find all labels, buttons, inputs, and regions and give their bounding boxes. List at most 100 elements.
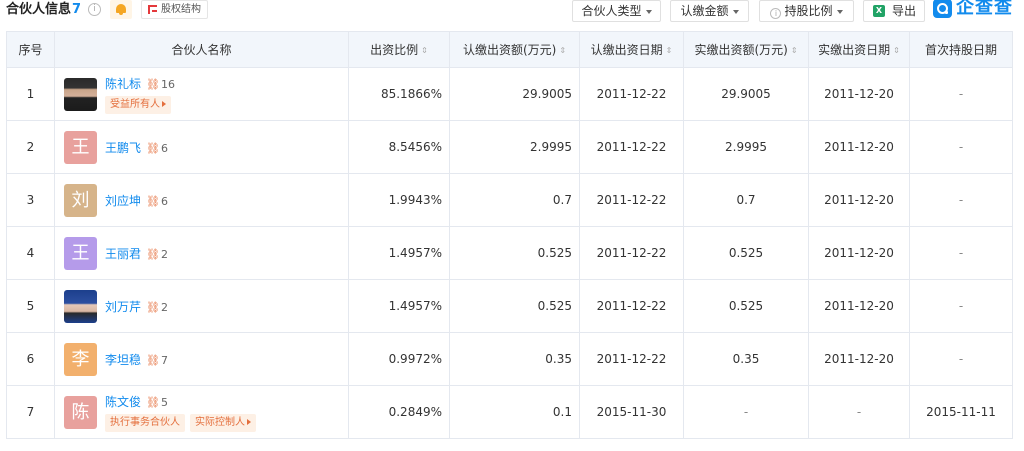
table-row: 3 刘刘应坤 ⛓6 1.9943% 0.7 2011-12-22 0.7 2011-12-20…: [6, 173, 1013, 227]
partner-cell: 王王丽君 ⛓2: [54, 226, 349, 280]
holding-ratio-filter[interactable]: i 持股比例: [759, 0, 854, 22]
relation-icon[interactable]: ⛓: [146, 77, 160, 93]
column-header-ratio[interactable]: 出资比例 ⇕: [348, 31, 450, 68]
partner-name-line: 王鹏飞 ⛓6: [105, 140, 168, 157]
partner-name-line: 王丽君 ⛓2: [105, 246, 168, 263]
relation-count: 5: [160, 396, 168, 409]
row-index: 1: [6, 67, 55, 121]
subscribed-amount-cell: 29.9005: [449, 67, 580, 121]
paid-date-cell: 2011-12-20: [808, 332, 910, 386]
row-index: 6: [6, 332, 55, 386]
export-button[interactable]: X 导出: [863, 0, 925, 22]
relation-count: 6: [160, 142, 168, 155]
subscribed-amount-filter[interactable]: 认缴金额: [670, 0, 749, 22]
paid-date-cell: 2011-12-20: [808, 67, 910, 121]
sort-icon: ⇕: [559, 46, 567, 55]
paid-amount-cell: 0.525: [683, 279, 809, 333]
avatar[interactable]: 王: [64, 131, 97, 164]
relation-count: 2: [160, 301, 168, 314]
avatar[interactable]: 李: [64, 343, 97, 376]
arrow-right-icon: [162, 101, 166, 107]
partner-name-link[interactable]: 王丽君: [105, 247, 141, 261]
table-row: 1 陈礼标 ⛓16 受益所有人 85.1866% 29.9005 2011-12-22 29.…: [6, 67, 1013, 121]
row-index: 5: [6, 279, 55, 333]
filter-label: 持股比例: [784, 4, 833, 18]
column-header-subscribed-amount[interactable]: 认缴出资额(万元) ⇕: [449, 31, 580, 68]
row-index: 2: [6, 120, 55, 174]
role-tag[interactable]: 受益所有人: [105, 96, 171, 114]
table-row: 6 李李坦稳 ⛓7 0.9972% 0.35 2011-12-22 0.35 2011-12-…: [6, 332, 1013, 386]
caret-down-icon: [836, 9, 843, 14]
subscribed-date-cell: 2011-12-22: [579, 173, 684, 227]
info-icon[interactable]: i: [88, 3, 101, 16]
equity-structure-button[interactable]: 股权结构: [141, 0, 208, 19]
role-tag[interactable]: 实际控制人: [190, 414, 256, 432]
column-header-subscribed-date[interactable]: 认缴出资日期 ⇕: [579, 31, 684, 68]
avatar[interactable]: 王: [64, 237, 97, 270]
info-icon: i: [770, 8, 782, 19]
ratio-cell: 0.9972%: [348, 332, 450, 386]
avatar[interactable]: [64, 290, 97, 323]
equity-structure-label: 股权结构: [161, 4, 201, 15]
first-holding-date-cell: -: [909, 173, 1013, 227]
relation-icon[interactable]: ⛓: [146, 141, 160, 157]
subscribed-amount-cell: 0.525: [449, 279, 580, 333]
partner-name-link[interactable]: 陈文俊: [105, 395, 141, 409]
partner-type-filter[interactable]: 合伙人类型: [572, 0, 661, 22]
ratio-cell: 0.2849%: [348, 385, 450, 439]
partner-count: 7: [72, 2, 82, 17]
relation-icon[interactable]: ⛓: [146, 247, 160, 263]
ratio-cell: 1.4957%: [348, 226, 450, 280]
subscribed-amount-cell: 0.7: [449, 173, 580, 227]
avatar[interactable]: [64, 78, 97, 111]
partner-name-link[interactable]: 刘万芹: [105, 300, 141, 314]
sort-icon: ⇕: [665, 46, 673, 55]
subscribed-date-cell: 2011-12-22: [579, 120, 684, 174]
ratio-cell: 1.9943%: [348, 173, 450, 227]
relation-icon[interactable]: ⛓: [146, 194, 160, 210]
role-tag[interactable]: 执行事务合伙人: [105, 414, 185, 432]
paid-date-cell: 2011-12-20: [808, 279, 910, 333]
row-index: 3: [6, 173, 55, 227]
column-header-paid-date[interactable]: 实缴出资日期 ⇕: [808, 31, 910, 68]
partner-cell: 王王鹏飞 ⛓6: [54, 120, 349, 174]
sort-icon: ⇕: [421, 46, 428, 55]
paid-date-cell: 2011-12-20: [808, 173, 910, 227]
sort-icon: ⇕: [790, 46, 798, 55]
arrow-right-icon: [247, 419, 251, 425]
table-row: 4 王王丽君 ⛓2 1.4957% 0.525 2011-12-22 0.525 2011-1…: [6, 226, 1013, 280]
column-header-paid-amount[interactable]: 实缴出资额(万元) ⇕: [683, 31, 809, 68]
ratio-cell: 85.1866%: [348, 67, 450, 121]
relation-icon[interactable]: ⛓: [146, 300, 160, 316]
subscribed-amount-cell: 0.525: [449, 226, 580, 280]
paid-amount-cell: 29.9005: [683, 67, 809, 121]
export-label: 导出: [892, 4, 917, 18]
subscribed-amount-cell: 2.9995: [449, 120, 580, 174]
relation-count: 7: [160, 354, 168, 367]
partner-name-line: 陈礼标 ⛓16: [105, 76, 175, 93]
partner-name-line: 陈文俊 ⛓5: [105, 394, 168, 411]
monitor-button[interactable]: [110, 0, 132, 19]
partner-name-link[interactable]: 李坦稳: [105, 353, 141, 367]
table-header-row: 序号 合伙人名称 出资比例 ⇕ 认缴出资额(万元) ⇕ 认缴出资日期 ⇕ 实缴出资额(…: [6, 31, 1013, 68]
first-holding-date-cell: -: [909, 226, 1013, 280]
subscribed-amount-cell: 0.35: [449, 332, 580, 386]
filter-label: 认缴金额: [680, 4, 729, 18]
paid-amount-cell: 0.525: [683, 226, 809, 280]
partners-table: 序号 合伙人名称 出资比例 ⇕ 认缴出资额(万元) ⇕ 认缴出资日期 ⇕ 实缴出资额(…: [6, 31, 1013, 439]
avatar[interactable]: 刘: [64, 184, 97, 217]
relation-icon[interactable]: ⛓: [146, 395, 160, 411]
column-header-index: 序号: [6, 31, 55, 68]
column-header-name: 合伙人名称: [54, 31, 349, 68]
partner-name-link[interactable]: 刘应坤: [105, 194, 141, 208]
partner-name-link[interactable]: 陈礼标: [105, 77, 141, 91]
partner-name-link[interactable]: 王鹏飞: [105, 141, 141, 155]
relation-icon[interactable]: ⛓: [146, 353, 160, 369]
paid-date-cell: 2011-12-20: [808, 120, 910, 174]
first-holding-date-cell: -: [909, 120, 1013, 174]
paid-amount-cell: 2.9995: [683, 120, 809, 174]
subscribed-date-cell: 2011-12-22: [579, 279, 684, 333]
caret-down-icon: [732, 9, 739, 14]
first-holding-date-cell: -: [909, 67, 1013, 121]
avatar[interactable]: 陈: [64, 396, 97, 429]
